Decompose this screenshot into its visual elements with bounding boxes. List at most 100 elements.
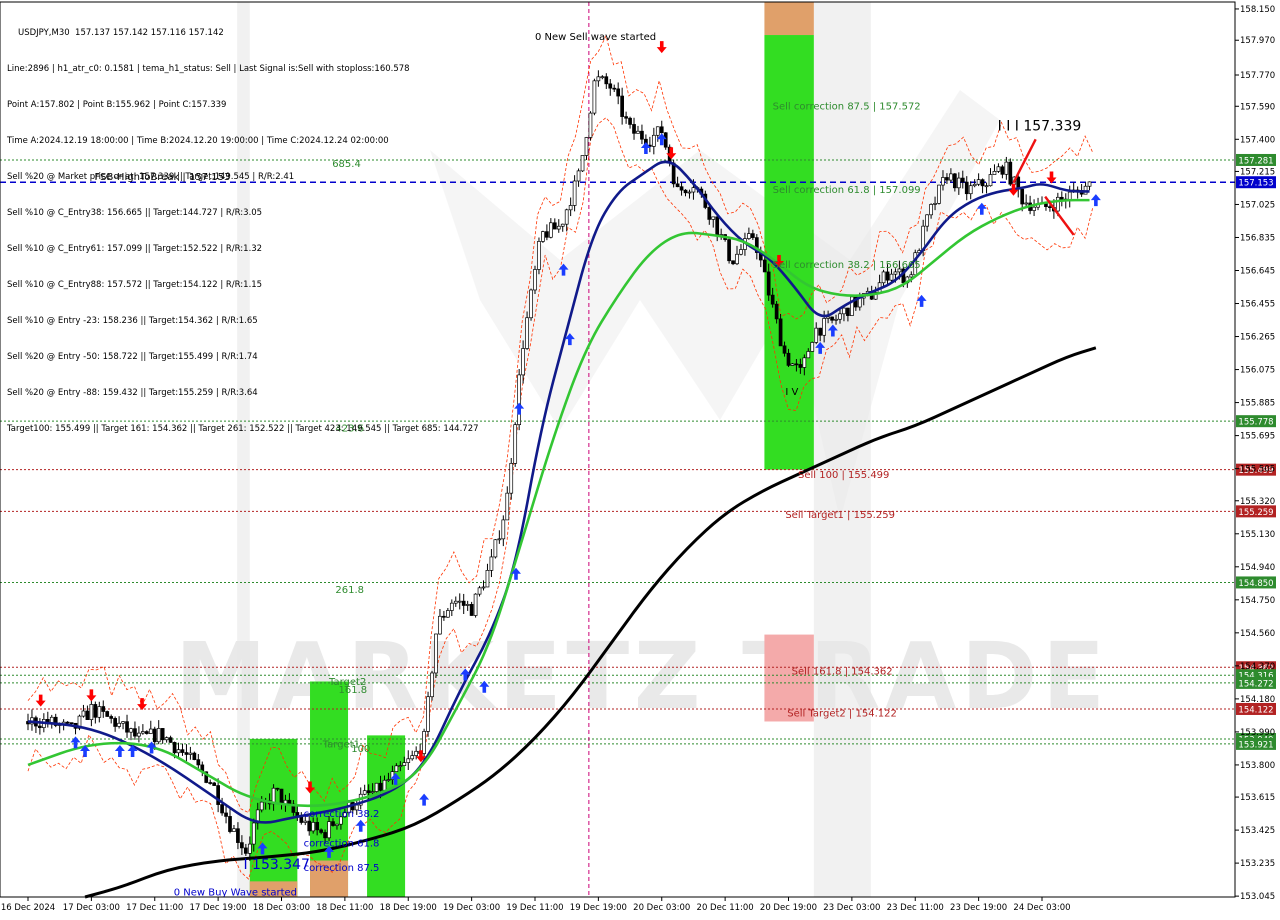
info-line: Sell %20 @ Entry -88: 159.432 || Target:… [7, 388, 258, 398]
x-tick-label: 17 Dec 19:00 [190, 903, 247, 913]
candle-body [790, 363, 795, 366]
info-line: Time A:2024.12.19 18:00:00 | Time B:2024… [7, 136, 389, 146]
candle-body [727, 239, 731, 262]
candle-body [568, 205, 573, 211]
buy-arrow-icon [1090, 194, 1101, 207]
x-tick-label: 20 Dec 11:00 [697, 903, 754, 913]
chart-annotation: Sell correction 38.2 | 156.665 [773, 260, 921, 271]
candle-body [137, 732, 141, 737]
info-line: Sell %10 @ C_Entry88: 157.572 || Target:… [7, 280, 263, 290]
candle-body [453, 600, 458, 604]
x-tick-label: 18 Dec 03:00 [253, 903, 310, 913]
candle-body [275, 787, 280, 790]
candle-body [659, 126, 664, 134]
candle-body [604, 76, 609, 85]
candle-body [164, 737, 169, 741]
candle-body [402, 762, 407, 766]
candle-body [457, 600, 462, 603]
candle-body [651, 134, 656, 147]
candle-body [141, 731, 145, 734]
candle-body [580, 155, 585, 172]
candle-body [537, 241, 541, 270]
candle-body [889, 273, 894, 281]
candle-body [545, 231, 549, 238]
candle-body [105, 711, 110, 717]
chart-annotation: 261.8 [335, 585, 364, 596]
candle-body [632, 124, 636, 134]
y-tick-label: 156.645 [1240, 267, 1275, 277]
candle-body [992, 171, 997, 175]
candle-body [513, 424, 518, 464]
candle-body [739, 249, 743, 255]
candle-body [560, 223, 565, 227]
candle-body [541, 231, 545, 242]
x-tick-label: 19 Dec 19:00 [570, 903, 627, 913]
candle-body [101, 706, 106, 712]
candle-body [311, 822, 316, 832]
buy-arrow-icon [114, 745, 125, 758]
candle-body [117, 722, 121, 727]
x-tick-label: 23 Dec 03:00 [823, 903, 880, 913]
candle-body [378, 782, 383, 791]
candle-body [303, 820, 308, 823]
y-tick-label: 154.370 [1240, 662, 1275, 672]
info-line: Sell %20 @ Market price or at: 157.339 |… [7, 172, 295, 182]
chart-annotation: Sell Target2 | 154.122 [787, 708, 897, 719]
y-tick-label: 155.130 [1240, 530, 1275, 540]
candle-body [1087, 181, 1092, 187]
candle-body [925, 214, 929, 227]
candle-body [556, 225, 561, 230]
chart-annotation: I V [785, 387, 798, 398]
candle-body [822, 318, 826, 336]
candle-body [168, 737, 173, 743]
candle-body [802, 357, 807, 368]
candle-body [81, 710, 86, 717]
candle-body [85, 710, 90, 720]
x-tick-label: 20 Dec 19:00 [760, 903, 817, 913]
candle-body [438, 615, 442, 635]
info-line: Sell %10 @ C_Entry38: 156.665 || Target:… [7, 208, 263, 218]
candle-body [525, 317, 529, 349]
candle-body [600, 76, 605, 79]
y-tick-label: 154.180 [1240, 695, 1275, 705]
candle-body [731, 260, 735, 265]
candle-body [798, 364, 803, 368]
y-tick-label: 153.425 [1240, 826, 1275, 836]
y-tick-label: 155.695 [1240, 432, 1275, 442]
candle-body [1048, 206, 1052, 209]
candle-body [988, 174, 993, 187]
x-tick-label: 16 Dec 2024 [1, 903, 55, 913]
candle-body [152, 728, 157, 743]
candle-body [485, 570, 490, 588]
candle-body [984, 185, 989, 188]
candle-body [374, 782, 379, 792]
x-tick-label: 20 Dec 03:00 [633, 903, 690, 913]
y-tick-label: 157.970 [1240, 36, 1275, 46]
candle-body [319, 829, 323, 833]
y-tick-label: 158.150 [1240, 5, 1275, 15]
fib-zone [764, 35, 814, 470]
chart-annotation: Sell correction 87.5 | 157.572 [773, 102, 921, 113]
candle-body [133, 728, 137, 737]
y-tick-label: 157.770 [1240, 71, 1275, 81]
candle-body [414, 750, 419, 756]
candle-body [65, 721, 70, 724]
candle-body [386, 779, 391, 781]
y-tick-label: 156.265 [1240, 333, 1275, 343]
candle-body [481, 586, 486, 589]
fib-zone [764, 2, 814, 36]
session-shade [813, 2, 871, 897]
candle-body [184, 752, 189, 755]
candle-body [838, 313, 842, 320]
candle-body [687, 191, 692, 194]
candle-body [315, 822, 319, 831]
candle-body [521, 348, 525, 376]
candle-body [1000, 166, 1005, 175]
info-line: Sell %10 @ Entry -23: 158.236 || Target:… [7, 316, 258, 326]
candle-body [382, 779, 387, 791]
chart-annotation: I 153.347 [243, 857, 309, 873]
y-tick-label: 154.560 [1240, 629, 1275, 639]
candle-body [675, 183, 680, 188]
candle-body [160, 728, 165, 741]
candle-body [941, 177, 945, 186]
